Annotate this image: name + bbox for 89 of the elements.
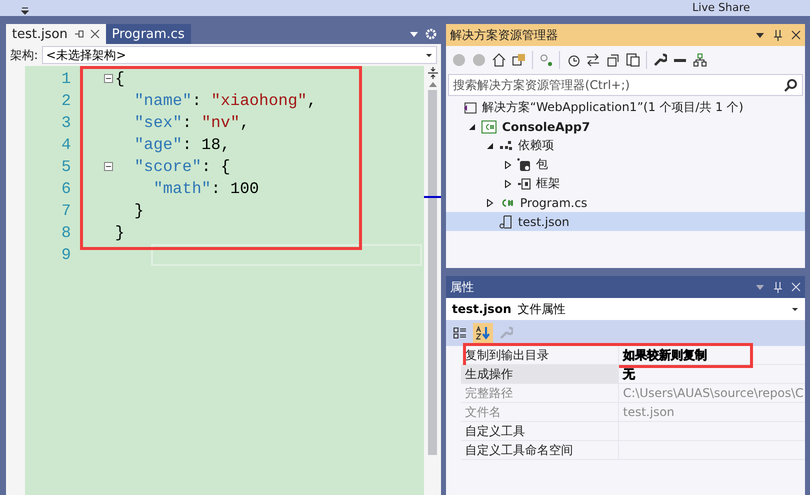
line-number: 5 bbox=[61, 157, 71, 178]
scroll-up-icon bbox=[428, 80, 438, 88]
pin-icon bbox=[773, 281, 783, 293]
framework-icon bbox=[517, 176, 531, 190]
code-line: "age": 18, bbox=[133, 135, 230, 156]
dropdown-icon bbox=[791, 305, 799, 313]
sort-az-icon bbox=[476, 326, 490, 340]
expanded-arrow-icon[interactable] bbox=[468, 122, 476, 130]
search-icon bbox=[784, 78, 798, 92]
line-number: 1 bbox=[61, 69, 71, 90]
close-icon bbox=[90, 29, 100, 39]
dependencies-icon bbox=[499, 138, 513, 152]
solution-explorer-title: 解决方案资源管理器 bbox=[446, 24, 805, 46]
code-line: { bbox=[115, 69, 125, 90]
code-line: "sex": "nv", bbox=[133, 113, 250, 134]
tree-item[interactable]: 解决方案“WebApplication1”(1 个项目/共 1 个) bbox=[446, 98, 805, 117]
close-icon bbox=[791, 30, 801, 40]
collapse-icon[interactable] bbox=[104, 162, 113, 171]
document-tab[interactable]: Program.cs bbox=[106, 24, 191, 44]
home-icon bbox=[492, 53, 506, 67]
toolbar-toggle[interactable] bbox=[473, 323, 493, 343]
line-number: 4 bbox=[61, 135, 71, 156]
categorized-icon bbox=[453, 326, 467, 340]
swap-arrows-icon bbox=[586, 53, 600, 67]
tree-item[interactable]: 框架 bbox=[446, 174, 805, 193]
property-value[interactable]: 如果较新则复制 bbox=[619, 346, 805, 364]
property-row[interactable]: 自定义工具命名空间 bbox=[461, 441, 805, 460]
collapse-all-icon bbox=[606, 53, 620, 67]
property-name[interactable]: 复制到输出目录 bbox=[461, 346, 619, 364]
line-number: 3 bbox=[61, 113, 71, 134]
copy-icon bbox=[626, 53, 640, 67]
dropdown-icon bbox=[409, 29, 419, 39]
scrollbar-thumb[interactable] bbox=[428, 90, 437, 455]
solution-icon bbox=[463, 100, 477, 114]
forward-icon bbox=[472, 53, 486, 67]
property-row[interactable]: 生成操作 无 bbox=[461, 365, 805, 384]
code-line: "math": 100 bbox=[152, 179, 260, 200]
package-icon bbox=[517, 158, 531, 172]
property-value[interactable]: 无 bbox=[619, 365, 805, 383]
document-tab[interactable]: test.json bbox=[6, 24, 106, 44]
properties-title: 属性 bbox=[446, 276, 805, 298]
code-line: "name": "xiaohong", bbox=[133, 91, 317, 112]
caret-marker bbox=[424, 196, 441, 198]
dropdown-icon bbox=[755, 30, 765, 40]
code-line: "score": { bbox=[133, 157, 230, 178]
dropdown-icon bbox=[20, 6, 30, 16]
line-number: 7 bbox=[61, 201, 71, 222]
property-name[interactable]: 生成操作 bbox=[461, 365, 619, 383]
tree-item[interactable]: Program.cs bbox=[446, 193, 805, 212]
json-file-icon bbox=[499, 214, 513, 228]
back-icon bbox=[452, 53, 466, 67]
tree-item[interactable]: 包 bbox=[446, 155, 805, 174]
code-line: } bbox=[133, 201, 144, 222]
collapse-icon[interactable] bbox=[104, 74, 113, 83]
pin-icon bbox=[773, 29, 783, 41]
line-number: 9 bbox=[61, 245, 71, 266]
dropdown-icon bbox=[425, 51, 433, 59]
property-row[interactable]: 自定义工具 bbox=[461, 422, 805, 441]
object-name: test.json bbox=[452, 302, 512, 316]
live-share-label[interactable]: Live Share bbox=[692, 1, 750, 14]
schema-dropdown[interactable]: <未选择架构> bbox=[42, 46, 437, 64]
line-number: 2 bbox=[61, 91, 71, 112]
property-name[interactable]: 自定义工具 bbox=[461, 422, 619, 440]
csharp-project-icon bbox=[481, 120, 497, 134]
hierarchy-icon bbox=[693, 53, 707, 67]
code-line: } bbox=[115, 223, 125, 244]
tree-item[interactable]: test.json bbox=[446, 212, 805, 231]
clock-icon bbox=[566, 53, 580, 67]
line-number: 8 bbox=[61, 223, 71, 244]
line-number: 6 bbox=[61, 179, 71, 200]
search-field[interactable]: 搜索解决方案资源管理器(Ctrl+;) bbox=[448, 74, 803, 96]
collapsed-arrow-icon[interactable] bbox=[486, 198, 494, 206]
sync-icon bbox=[539, 53, 553, 67]
pin-icon bbox=[74, 29, 84, 39]
object-type: 文件属性 bbox=[517, 300, 566, 318]
expanded-arrow-icon[interactable] bbox=[486, 142, 494, 150]
dropdown-icon bbox=[755, 282, 765, 292]
property-name[interactable]: 自定义工具命名空间 bbox=[461, 441, 619, 459]
collapsed-arrow-icon[interactable] bbox=[504, 180, 512, 188]
schema-label: 架构: bbox=[10, 46, 38, 64]
split-icon bbox=[426, 66, 438, 80]
collapsed-arrow-icon[interactable] bbox=[504, 160, 512, 168]
tree-item[interactable]: ConsoleApp7 bbox=[446, 117, 805, 136]
switch-views-icon bbox=[512, 53, 526, 67]
wrench-icon bbox=[499, 326, 513, 340]
close-icon bbox=[791, 282, 801, 292]
tree-item[interactable]: 依赖项 bbox=[446, 136, 805, 155]
settings-icon bbox=[425, 28, 437, 40]
wrench-icon bbox=[653, 53, 667, 67]
